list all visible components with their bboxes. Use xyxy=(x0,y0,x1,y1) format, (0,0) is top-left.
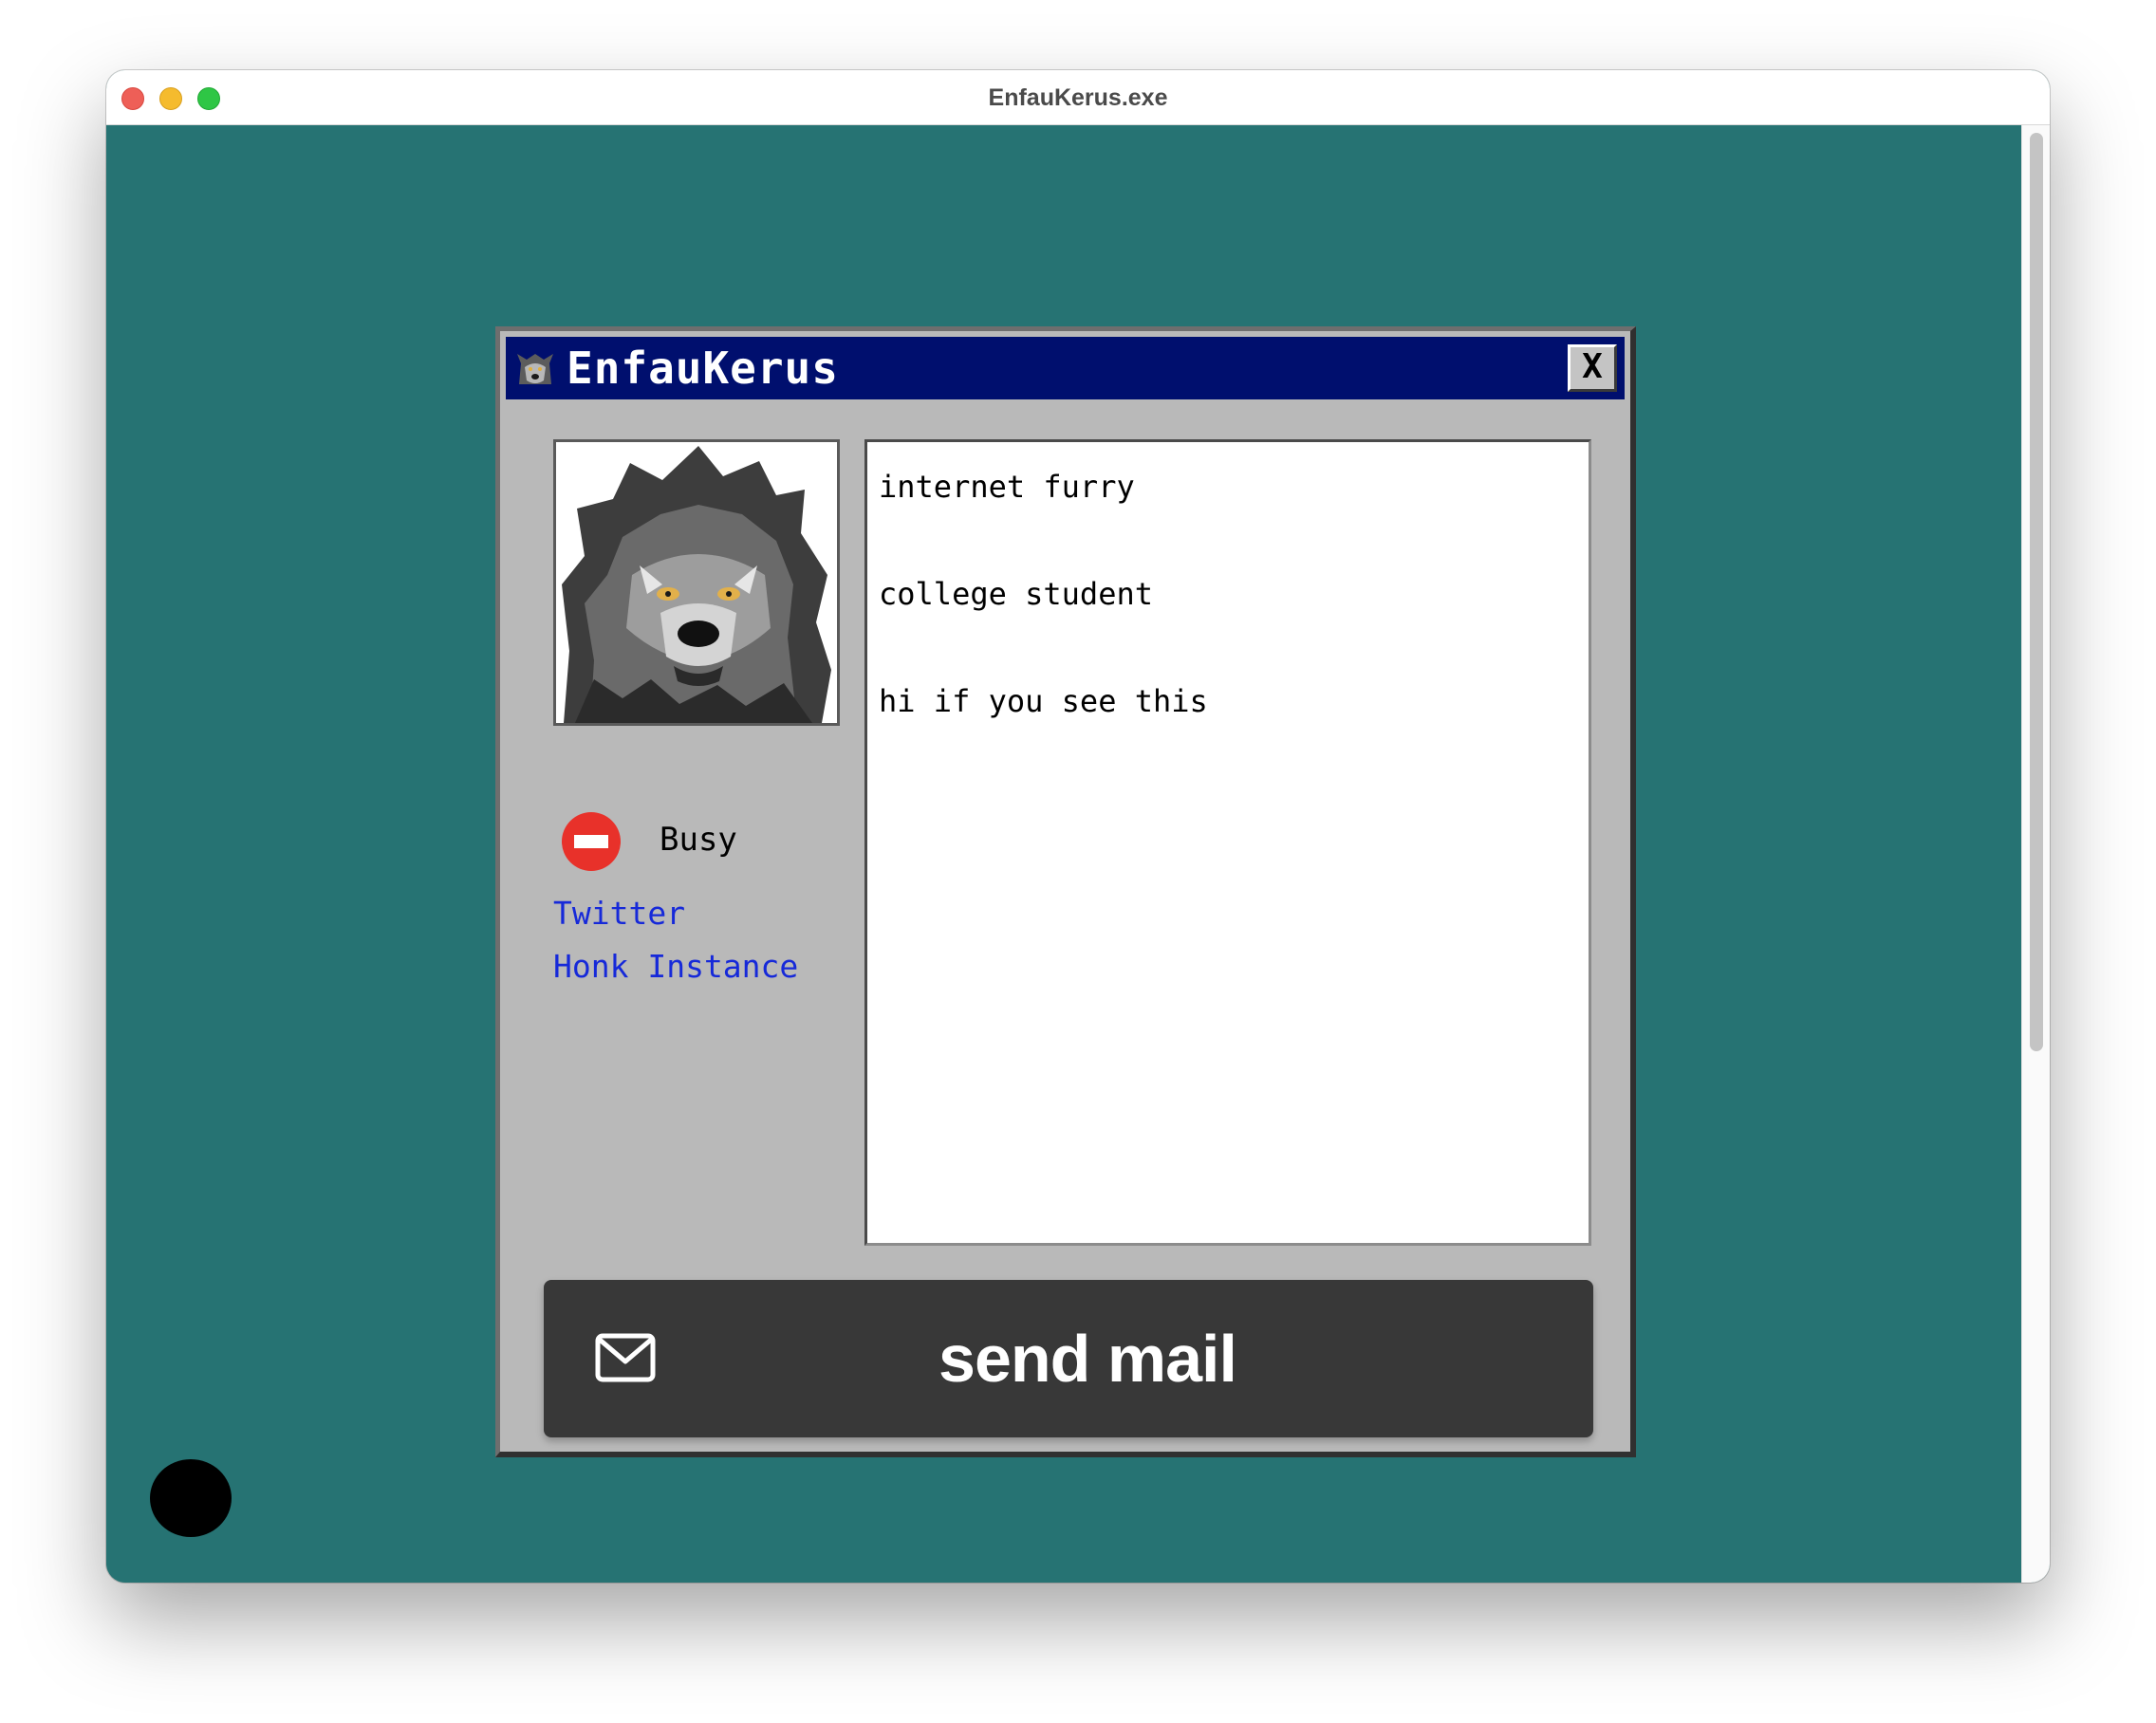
avatar xyxy=(553,439,840,726)
scrollbar-thumb[interactable] xyxy=(2030,133,2043,1051)
honk-instance-link[interactable]: Honk Instance xyxy=(553,948,798,985)
close-profile-button[interactable]: X xyxy=(1568,344,1617,392)
status-text: Busy xyxy=(660,821,737,859)
profile-window: EnfauKerus X Busy Twitter Honk Instance … xyxy=(495,326,1636,1457)
busy-icon xyxy=(562,812,621,871)
send-mail-label: send mail xyxy=(939,1322,1237,1396)
app-window: EnfauKerus.exe EnfauKerus X Busy Twitter… xyxy=(106,70,2050,1583)
bio-box: internet furry college student hi if you… xyxy=(864,439,1591,1246)
bio-line: college student xyxy=(879,576,1153,612)
window-titlebar: EnfauKerus.exe xyxy=(106,70,2050,125)
window-title: EnfauKerus.exe xyxy=(988,84,1168,111)
profile-titlebar: EnfauKerus X xyxy=(506,337,1625,399)
wolf-portrait-icon xyxy=(556,442,837,723)
floating-dot xyxy=(150,1459,232,1537)
vertical-scrollbar[interactable] xyxy=(2021,125,2050,1583)
status-indicator: Busy xyxy=(561,811,846,878)
bio-line: hi if you see this xyxy=(879,683,1208,719)
wolf-avatar-icon xyxy=(513,346,557,390)
bio-line: internet furry xyxy=(879,469,1135,505)
profile-title: EnfauKerus xyxy=(567,343,839,394)
twitter-link[interactable]: Twitter xyxy=(553,895,685,932)
send-mail-button[interactable]: send mail xyxy=(544,1280,1593,1437)
